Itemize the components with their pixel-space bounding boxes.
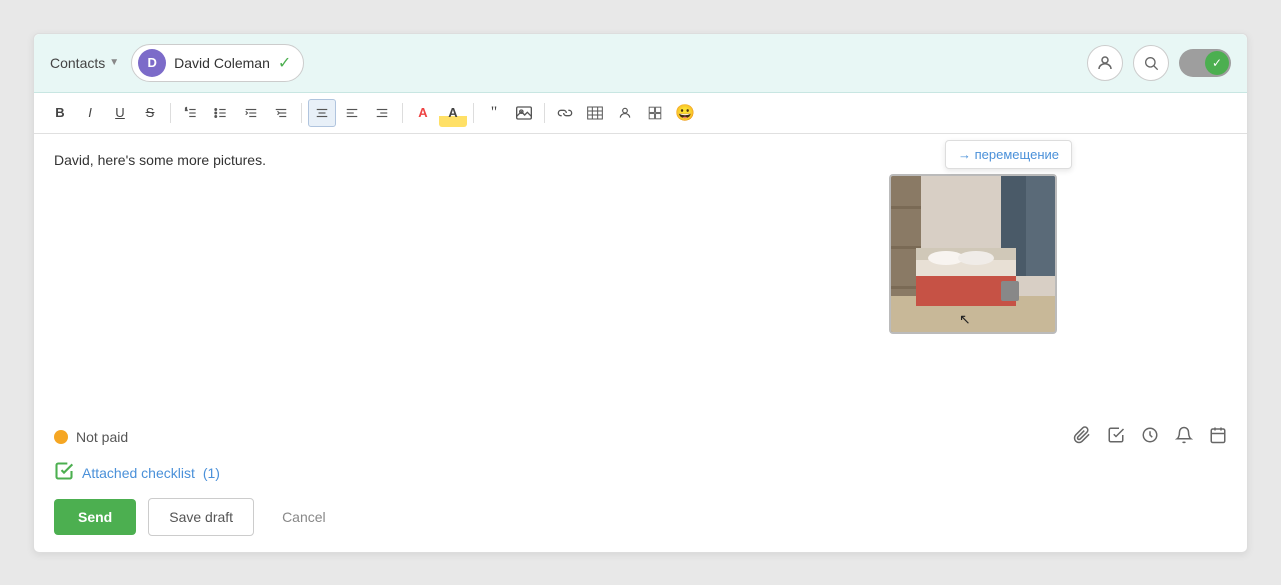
- recipient-name: David Coleman: [174, 55, 270, 71]
- align-right-button[interactable]: [368, 99, 396, 127]
- action-icons: [1073, 426, 1227, 449]
- svg-text:↖: ↖: [959, 311, 971, 327]
- send-button[interactable]: Send: [54, 499, 136, 535]
- indent-button[interactable]: [267, 99, 295, 127]
- status-row: Not paid: [54, 426, 1227, 449]
- unordered-list-button[interactable]: [207, 99, 235, 127]
- header-right: ✓: [1087, 45, 1231, 81]
- status-label: Not paid: [76, 429, 128, 445]
- checklist-count: (1): [203, 465, 220, 481]
- blockquote-button[interactable]: ": [480, 99, 508, 127]
- insert-image-button[interactable]: [510, 99, 538, 127]
- header-bar: Contacts ▼ D David Coleman ✓: [34, 34, 1247, 93]
- align-center-button[interactable]: [308, 99, 336, 127]
- attachment-icon[interactable]: [1073, 426, 1091, 449]
- tooltip: → перемещение: [945, 140, 1072, 169]
- bg-color-button[interactable]: A: [439, 99, 467, 127]
- italic-button[interactable]: I: [76, 99, 104, 127]
- contact-button[interactable]: [611, 99, 639, 127]
- underline-button[interactable]: U: [106, 99, 134, 127]
- bell-icon[interactable]: [1175, 426, 1193, 449]
- email-composer: Contacts ▼ D David Coleman ✓: [33, 33, 1248, 553]
- contacts-dropdown[interactable]: Contacts ▼: [50, 55, 119, 71]
- editor-area[interactable]: David, here's some more pictures.: [34, 134, 1247, 416]
- toolbar-separator-5: [544, 103, 545, 123]
- toggle-switch[interactable]: ✓: [1179, 49, 1231, 77]
- calendar-icon[interactable]: [1209, 426, 1227, 449]
- checklist-link[interactable]: Attached checklist: [82, 465, 195, 481]
- save-draft-button[interactable]: Save draft: [148, 498, 254, 536]
- checklist-row: Attached checklist (1): [54, 461, 1227, 486]
- toolbar-separator-4: [473, 103, 474, 123]
- toggle-knob: ✓: [1205, 51, 1229, 75]
- cancel-button[interactable]: Cancel: [266, 499, 342, 535]
- tooltip-text: перемещение: [975, 147, 1059, 162]
- contacts-label: Contacts: [50, 55, 105, 71]
- emoji-button[interactable]: 😀: [671, 99, 699, 127]
- table-button[interactable]: [581, 99, 609, 127]
- history-icon[interactable]: [1141, 426, 1159, 449]
- svg-text:1: 1: [185, 106, 188, 111]
- recipient-chip[interactable]: D David Coleman ✓: [131, 44, 304, 82]
- header-left: Contacts ▼ D David Coleman ✓: [50, 44, 304, 82]
- status-dot-icon: [54, 430, 68, 444]
- checklist-check-icon: [54, 461, 74, 486]
- bold-button[interactable]: B: [46, 99, 74, 127]
- avatar: D: [138, 49, 166, 77]
- formatting-toolbar: B I U S 1 A A ": [34, 93, 1247, 134]
- bottom-area: Not paid: [34, 416, 1247, 552]
- toolbar-separator-1: [170, 103, 171, 123]
- widget-button[interactable]: [641, 99, 669, 127]
- ordered-list-button[interactable]: 1: [177, 99, 205, 127]
- align-left-button[interactable]: [338, 99, 366, 127]
- payment-status: Not paid: [54, 429, 128, 445]
- checklist-action-icon[interactable]: [1107, 426, 1125, 449]
- button-row: Send Save draft Cancel: [54, 498, 1227, 536]
- bedroom-image[interactable]: ↖: [889, 174, 1057, 334]
- confirm-icon: ✓: [278, 53, 291, 73]
- tooltip-arrow: →: [958, 147, 971, 162]
- search-icon-button[interactable]: [1133, 45, 1169, 81]
- dropdown-arrow-icon: ▼: [109, 57, 119, 68]
- strikethrough-button[interactable]: S: [136, 99, 164, 127]
- toolbar-separator-2: [301, 103, 302, 123]
- link-button[interactable]: [551, 99, 579, 127]
- font-color-button[interactable]: A: [409, 99, 437, 127]
- toolbar-separator-3: [402, 103, 403, 123]
- user-icon-button[interactable]: [1087, 45, 1123, 81]
- outdent-button[interactable]: [237, 99, 265, 127]
